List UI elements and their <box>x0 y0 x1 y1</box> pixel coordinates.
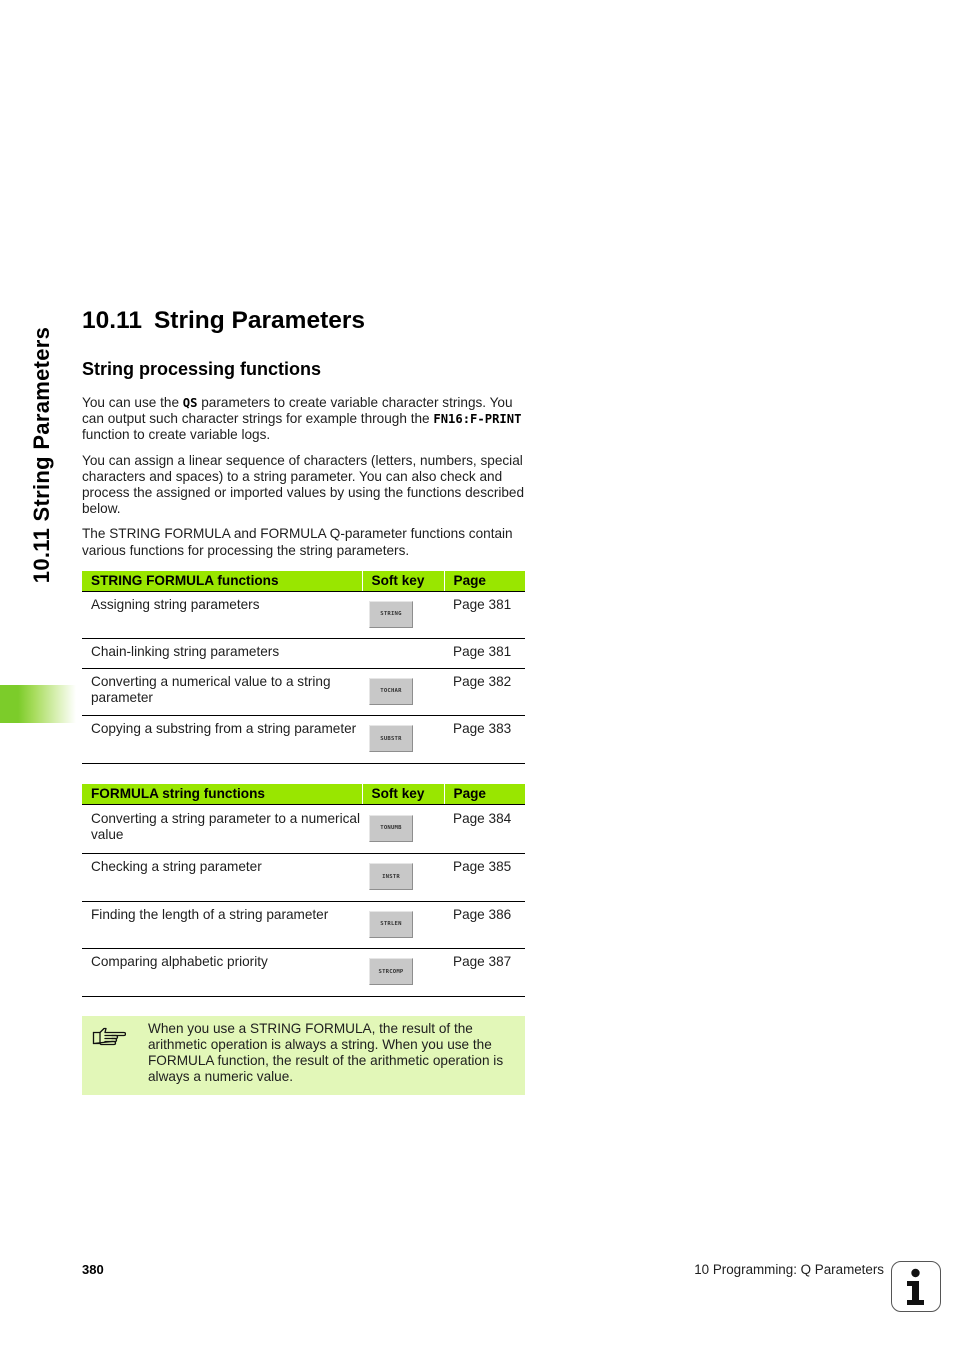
function-name: Converting a numerical value to a string… <box>82 668 362 717</box>
page-reference[interactable]: Page 381 <box>444 638 525 669</box>
side-chapter-title-text: 10.11 String Parameters <box>29 326 55 584</box>
info-i-glyph <box>907 1268 924 1305</box>
main-content: 10.11 String Parameters String processing… <box>82 306 525 1095</box>
function-name: Finding the length of a string parameter <box>82 901 362 950</box>
page-reference[interactable]: Page 385 <box>444 853 525 902</box>
table-row: Assigning string parameters STRING Page … <box>82 591 525 640</box>
side-chapter-tab-marker <box>0 685 76 723</box>
softkey-strcomp[interactable]: STRCOMP <box>369 958 413 986</box>
table-header-row: STRING FORMULA functions Soft key Page <box>82 570 525 592</box>
column-header-softkey: Soft key <box>361 570 444 592</box>
note-box: When you use a STRING FORMULA, the resul… <box>82 1015 525 1095</box>
page-reference[interactable]: Page 384 <box>444 804 525 855</box>
pointing-hand-icon <box>92 1027 126 1045</box>
softkey-string[interactable]: STRING <box>369 600 413 628</box>
function-name: Converting a string parameter to a numer… <box>82 804 362 855</box>
qs-keyword: QS <box>182 396 198 410</box>
chapter-title: 10 Programming: Q Parameters <box>694 1262 884 1277</box>
intro-text-3: function to create variable logs. <box>82 427 271 443</box>
table-row: Converting a numerical value to a string… <box>82 668 525 717</box>
page-reference[interactable]: Page 387 <box>444 948 525 997</box>
page-reference[interactable]: Page 381 <box>444 591 525 640</box>
page-reference[interactable]: Page 382 <box>444 668 525 717</box>
page-reference[interactable]: Page 386 <box>444 901 525 950</box>
page-number: 380 <box>82 1262 104 1277</box>
side-chapter-title: 10.11 String Parameters <box>22 310 62 600</box>
fn16-fprint-keyword: FN16:F-PRINT <box>433 412 522 427</box>
softkey-tonumb[interactable]: TONUMB <box>369 814 413 842</box>
softkey-tochar[interactable]: TOCHAR <box>369 677 413 705</box>
function-name: Checking a string parameter <box>82 853 362 902</box>
string-formula-functions-table: STRING FORMULA functions Soft key Page A… <box>82 570 525 764</box>
softkey-substr[interactable]: SUBSTR <box>369 725 413 753</box>
table-header-row: FORMULA string functions Soft key Page <box>82 783 525 805</box>
subsection-title: String processing functions <box>82 359 322 379</box>
column-header-function: FORMULA string functions <box>82 783 362 805</box>
assign-paragraph: You can assign a linear sequence of char… <box>82 452 525 517</box>
intro-paragraph: You can use the QS parameters to create … <box>82 395 525 444</box>
function-name: Comparing alphabetic priority <box>82 948 362 997</box>
table-row: Checking a string parameter INSTR Page 3… <box>82 853 525 902</box>
column-header-page: Page <box>443 783 525 805</box>
info-icon <box>891 1261 941 1312</box>
table-row: Converting a string parameter to a numer… <box>82 804 525 855</box>
column-header-softkey: Soft key <box>361 783 444 805</box>
section-title-text: String Parameters <box>153 307 366 334</box>
function-name: Chain-linking string parameters <box>82 638 362 669</box>
formula-string-functions-table: FORMULA string functions Soft key Page C… <box>82 783 525 997</box>
table-row: Chain-linking string parameters Page 381 <box>82 638 525 669</box>
softkey-instr[interactable]: INSTR <box>369 863 413 891</box>
softkey-empty <box>362 638 444 669</box>
intro-text-1: You can use the <box>82 395 183 410</box>
table-row: Copying a substring from a string parame… <box>82 715 525 764</box>
table-row: Finding the length of a string parameter… <box>82 901 525 950</box>
table-row: Comparing alphabetic priority STRCOMP Pa… <box>82 948 525 997</box>
page-reference[interactable]: Page 383 <box>444 715 525 764</box>
section-number: 10.11 <box>82 307 142 334</box>
section-title: 10.11 String Parameters <box>82 306 525 336</box>
functions-paragraph: The STRING FORMULA and FORMULA Q-paramet… <box>82 526 513 558</box>
softkey-strlen[interactable]: STRLEN <box>369 910 413 938</box>
column-header-function: STRING FORMULA functions <box>82 570 362 592</box>
column-header-page: Page <box>443 570 525 592</box>
function-name: Assigning string parameters <box>82 591 362 640</box>
note-text: When you use a STRING FORMULA, the resul… <box>148 1020 504 1085</box>
function-name: Copying a substring from a string parame… <box>82 715 362 764</box>
